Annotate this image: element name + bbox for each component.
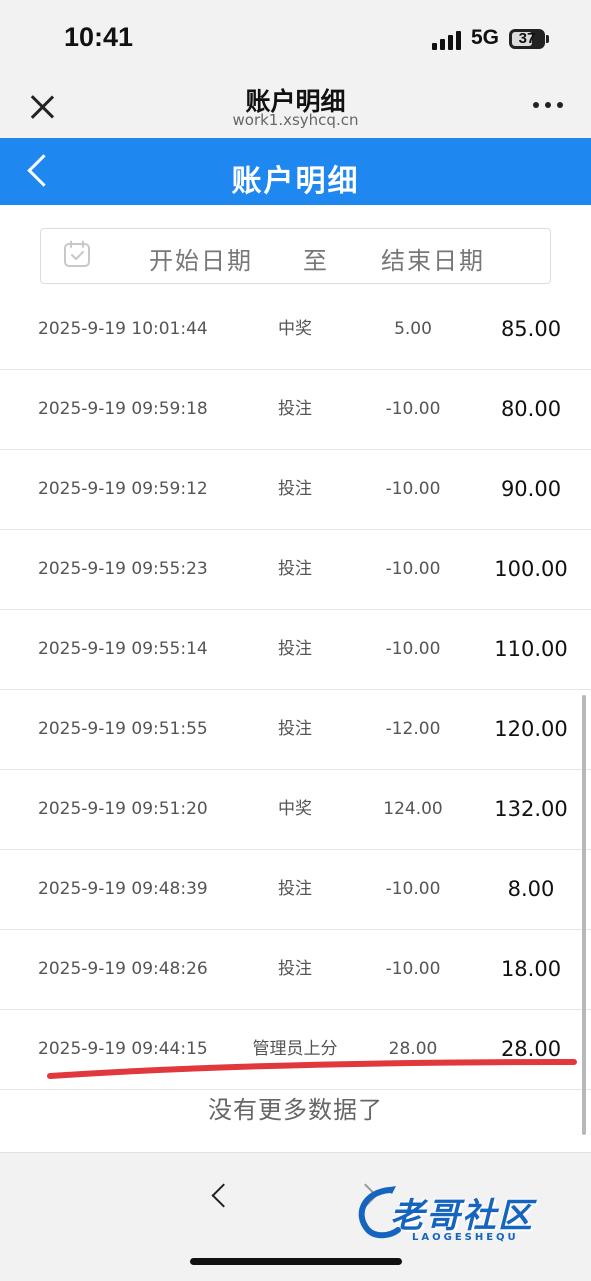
record-amount: 5.00 <box>394 319 432 339</box>
record-type: 中奖 <box>278 799 312 819</box>
record-balance: 110.00 <box>494 637 568 661</box>
record-type: 中奖 <box>278 319 312 339</box>
record-balance: 18.00 <box>500 957 562 981</box>
list-item[interactable]: 2025-9-19 09:51:20 中奖 124.00 132.00 <box>0 770 591 850</box>
list-item[interactable]: 2025-9-19 10:01:44 中奖 5.00 85.00 <box>0 290 591 370</box>
record-balance: 28.00 <box>500 1037 562 1061</box>
record-type: 投注 <box>278 479 312 499</box>
record-type: 管理员上分 <box>252 1039 338 1059</box>
home-indicator <box>190 1258 402 1265</box>
record-type: 投注 <box>278 959 312 979</box>
record-amount: -10.00 <box>385 399 441 419</box>
network-type: 5G <box>471 26 500 49</box>
record-balance: 132.00 <box>494 797 568 821</box>
record-amount: -10.00 <box>385 559 441 579</box>
record-amount: -10.00 <box>385 879 441 899</box>
list-item[interactable]: 2025-9-19 09:55:23 投注 -10.00 100.00 <box>0 530 591 610</box>
record-time: 2025-9-19 10:01:44 <box>38 319 208 339</box>
record-amount: 28.00 <box>388 1039 438 1059</box>
record-time: 2025-9-19 09:51:20 <box>38 799 208 819</box>
watermark-subtext: LAOGESHEQU <box>412 1232 519 1243</box>
record-time: 2025-9-19 09:48:26 <box>38 959 208 979</box>
list-item[interactable]: 2025-9-19 09:55:14 投注 -10.00 110.00 <box>0 610 591 690</box>
date-separator: 至 <box>303 247 327 275</box>
battery-level: 37 <box>518 30 536 47</box>
record-type: 投注 <box>278 879 312 899</box>
browser-header: 账户明细 work1.xsyhcq.cn <box>0 78 591 138</box>
list-item[interactable]: 2025-9-19 09:51:55 投注 -12.00 120.00 <box>0 690 591 770</box>
record-balance: 85.00 <box>500 317 562 341</box>
record-list: 2025-9-19 10:01:44 中奖 5.00 85.00 2025-9-… <box>0 290 591 1090</box>
calendar-icon <box>64 240 90 267</box>
app-header: 账户明细 <box>0 138 591 205</box>
record-balance: 120.00 <box>494 717 568 741</box>
record-balance: 90.00 <box>500 477 562 501</box>
battery-tip <box>546 35 549 43</box>
record-time: 2025-9-19 09:51:55 <box>38 719 208 739</box>
record-time: 2025-9-19 09:48:39 <box>38 879 208 899</box>
list-item[interactable]: 2025-9-19 09:59:18 投注 -10.00 80.00 <box>0 370 591 450</box>
record-amount: -10.00 <box>385 959 441 979</box>
list-item[interactable]: 2025-9-19 09:44:15 管理员上分 28.00 28.00 <box>0 1010 591 1090</box>
list-item[interactable]: 2025-9-19 09:59:12 投注 -10.00 90.00 <box>0 450 591 530</box>
date-range-filter[interactable]: 开始日期 至 结束日期 <box>40 228 551 284</box>
record-type: 投注 <box>278 719 312 739</box>
no-more-data-text: 没有更多数据了 <box>208 1096 383 1124</box>
record-time: 2025-9-19 09:44:15 <box>38 1039 208 1059</box>
record-amount: -10.00 <box>385 479 441 499</box>
record-amount: -12.00 <box>385 719 441 739</box>
list-item[interactable]: 2025-9-19 09:48:39 投注 -10.00 8.00 <box>0 850 591 930</box>
list-item[interactable]: 2025-9-19 09:48:26 投注 -10.00 18.00 <box>0 930 591 1010</box>
watermark-logo: 老哥社区 LAOGESHEQU <box>350 1180 580 1250</box>
record-time: 2025-9-19 09:55:23 <box>38 559 208 579</box>
scrollbar[interactable] <box>582 695 586 1135</box>
record-amount: -10.00 <box>385 639 441 659</box>
record-time: 2025-9-19 09:55:14 <box>38 639 208 659</box>
end-date-input[interactable]: 结束日期 <box>381 241 485 276</box>
page-title: 账户明细 <box>231 164 360 199</box>
battery-icon: 37 <box>509 29 545 49</box>
status-time: 10:41 <box>64 22 134 52</box>
record-time: 2025-9-19 09:59:12 <box>38 479 208 499</box>
record-balance: 8.00 <box>507 877 555 901</box>
watermark-text: 老哥社区 <box>390 1196 534 1236</box>
record-amount: 124.00 <box>383 799 443 819</box>
nav-back-icon[interactable] <box>205 1177 235 1213</box>
browser-url: work1.xsyhcq.cn <box>232 111 359 129</box>
record-type: 投注 <box>278 399 312 419</box>
record-type: 投注 <box>278 639 312 659</box>
record-balance: 80.00 <box>500 397 562 421</box>
record-time: 2025-9-19 09:59:18 <box>38 399 208 419</box>
start-date-input[interactable]: 开始日期 <box>149 241 253 276</box>
signal-icon <box>432 30 464 50</box>
record-type: 投注 <box>278 559 312 579</box>
status-bar: 10:41 5G 37 <box>0 0 591 78</box>
record-balance: 100.00 <box>494 557 568 581</box>
more-icon[interactable] <box>533 100 563 110</box>
